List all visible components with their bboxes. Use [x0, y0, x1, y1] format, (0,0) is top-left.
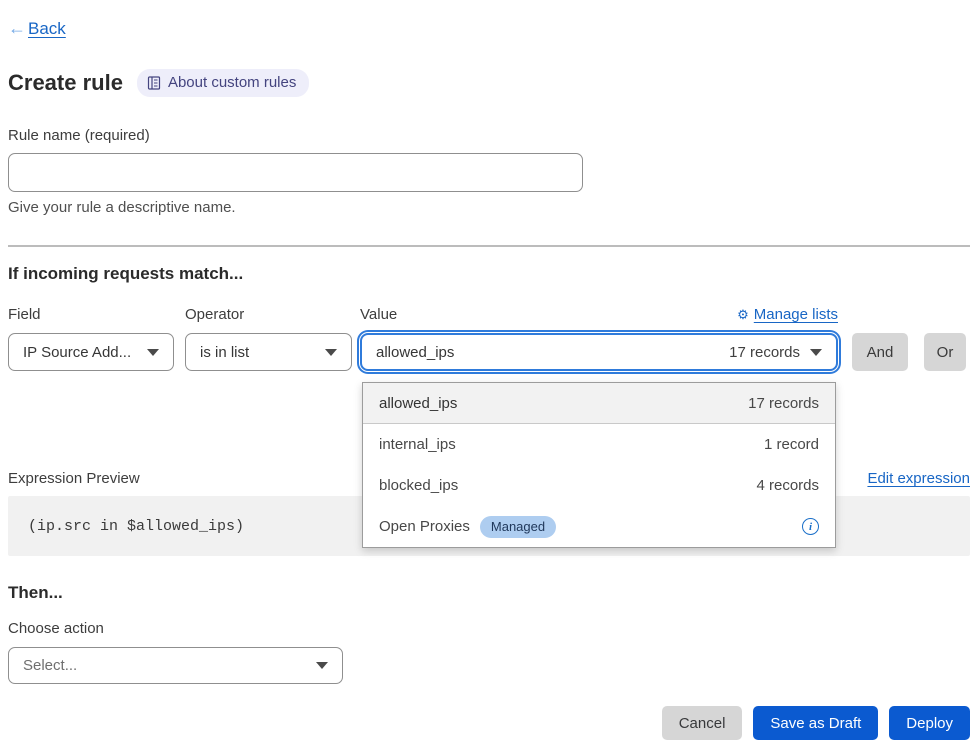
- rule-name-input[interactable]: [8, 153, 583, 192]
- cancel-button[interactable]: Cancel: [662, 706, 743, 740]
- list-option-count: 1 record: [764, 436, 819, 453]
- edit-expression-link[interactable]: Edit expression: [867, 470, 970, 487]
- about-badge-label: About custom rules: [168, 74, 296, 91]
- back-label: Back: [28, 19, 66, 39]
- back-link[interactable]: ←Back: [8, 18, 66, 39]
- chevron-down-icon: [316, 662, 328, 669]
- expression-preview-label: Expression Preview: [8, 470, 140, 487]
- manage-lists-label: Manage lists: [754, 306, 838, 323]
- match-section-heading: If incoming requests match...: [8, 264, 970, 284]
- operator-label: Operator: [185, 306, 352, 323]
- gear-icon: ⚙: [737, 307, 749, 323]
- field-select[interactable]: IP Source Add...: [8, 333, 174, 371]
- or-button[interactable]: Or: [924, 333, 966, 371]
- value-select[interactable]: allowed_ips 17 records: [360, 333, 838, 371]
- action-select[interactable]: Select...: [8, 647, 343, 684]
- expression-code: (ip.src in $allowed_ips): [28, 518, 244, 535]
- choose-action-label: Choose action: [8, 620, 970, 637]
- list-option-count: 4 records: [756, 477, 819, 494]
- value-select-count: 17 records: [729, 344, 800, 361]
- action-select-placeholder: Select...: [23, 657, 77, 674]
- list-option-name: blocked_ips: [379, 477, 458, 494]
- info-icon[interactable]: i: [802, 518, 819, 535]
- list-option-name: allowed_ips: [379, 395, 457, 412]
- and-button[interactable]: And: [852, 333, 908, 371]
- section-divider: [8, 245, 970, 247]
- operator-select-value: is in list: [200, 344, 249, 361]
- list-option-name: internal_ips: [379, 436, 456, 453]
- list-dropdown-menu: allowed_ips 17 records internal_ips 1 re…: [362, 382, 836, 548]
- back-arrow-icon: ←: [8, 18, 26, 39]
- field-select-value: IP Source Add...: [23, 344, 131, 361]
- value-label: Value: [360, 306, 397, 323]
- chevron-down-icon: [810, 349, 822, 356]
- save-as-draft-button[interactable]: Save as Draft: [753, 706, 878, 740]
- rule-name-label: Rule name (required): [8, 127, 970, 144]
- chevron-down-icon: [325, 349, 337, 356]
- book-icon: [147, 76, 161, 90]
- about-custom-rules-link[interactable]: About custom rules: [137, 69, 309, 97]
- chevron-down-icon: [147, 349, 159, 356]
- managed-badge: Managed: [480, 516, 556, 538]
- list-option-count: 17 records: [748, 395, 819, 412]
- then-section-heading: Then...: [8, 583, 970, 603]
- manage-lists-link[interactable]: ⚙ Manage lists: [737, 306, 838, 323]
- value-select-value: allowed_ips: [376, 344, 454, 361]
- list-option-allowed-ips[interactable]: allowed_ips 17 records: [363, 383, 835, 424]
- page-title: Create rule: [8, 70, 123, 96]
- rule-name-helper: Give your rule a descriptive name.: [8, 199, 970, 216]
- operator-select[interactable]: is in list: [185, 333, 352, 371]
- field-label: Field: [8, 306, 174, 323]
- create-rule-page: ←Back Create rule About custom rules Rul…: [0, 0, 979, 740]
- list-option-blocked-ips[interactable]: blocked_ips 4 records: [363, 465, 835, 506]
- list-option-open-proxies[interactable]: Open Proxies Managed i: [363, 506, 835, 547]
- list-option-name: Open Proxies: [379, 518, 470, 535]
- list-option-internal-ips[interactable]: internal_ips 1 record: [363, 424, 835, 465]
- deploy-button[interactable]: Deploy: [889, 706, 970, 740]
